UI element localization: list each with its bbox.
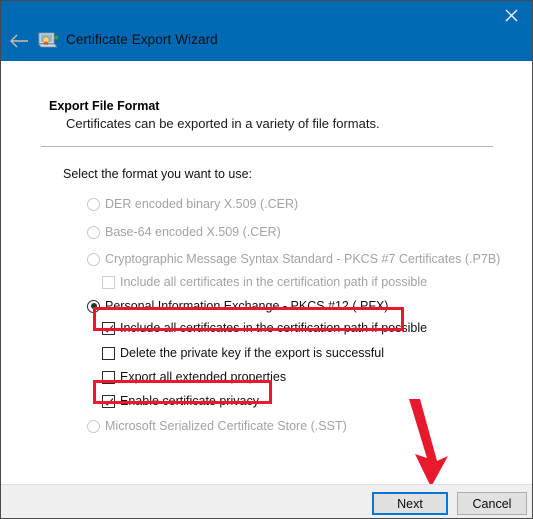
checkbox-option-delete-private-key[interactable]: Delete the private key if the export is …	[102, 343, 384, 363]
radio-icon	[87, 197, 100, 211]
radio-option-sst: Microsoft Serialized Certificate Store (…	[87, 416, 347, 436]
radio-icon	[87, 252, 100, 266]
back-arrow-icon	[10, 34, 28, 48]
certificate-wizard-icon	[37, 31, 60, 51]
checkbox-unchecked-icon[interactable]	[102, 346, 115, 360]
option-label: DER encoded binary X.509 (.CER)	[105, 197, 299, 211]
radio-icon[interactable]	[87, 299, 100, 313]
radio-option-base64: Base-64 encoded X.509 (.CER)	[87, 222, 281, 242]
checkbox-checked-icon[interactable]	[102, 394, 115, 408]
checkbox-unchecked-icon[interactable]	[102, 370, 115, 384]
page-title: Export File Format	[49, 99, 160, 113]
radio-option-pkcs7: Cryptographic Message Syntax Standard - …	[87, 249, 500, 269]
option-label: Base-64 encoded X.509 (.CER)	[105, 225, 281, 239]
back-button[interactable]	[5, 27, 35, 55]
option-label: Include all certificates in the certific…	[120, 321, 428, 335]
option-label: Delete the private key if the export is …	[120, 346, 385, 360]
option-label: Microsoft Serialized Certificate Store (…	[105, 419, 347, 433]
option-label: Enable certificate privacy	[120, 394, 259, 408]
header-divider	[41, 146, 493, 147]
checkbox-unchecked-icon	[102, 275, 115, 289]
radio-option-pfx[interactable]: Personal Information Exchange - PKCS #12…	[87, 296, 388, 316]
window-title: Certificate Export Wizard	[66, 32, 218, 47]
page-subtitle: Certificates can be exported in a variet…	[66, 116, 380, 131]
option-label: Cryptographic Message Syntax Standard - …	[105, 252, 501, 266]
option-label: Include all certificates in the certific…	[120, 275, 428, 289]
checkbox-checked-icon[interactable]	[102, 321, 115, 335]
cancel-button[interactable]: Cancel	[457, 492, 527, 515]
radio-icon	[87, 225, 100, 239]
title-bar: Certificate Export Wizard	[1, 1, 532, 61]
checkbox-option-pfx-include-all[interactable]: Include all certificates in the certific…	[102, 318, 427, 338]
close-icon	[505, 9, 517, 21]
format-prompt-label: Select the format you want to use:	[63, 167, 252, 181]
option-label: Personal Information Exchange - PKCS #12…	[105, 299, 389, 313]
checkbox-option-enable-certificate-privacy[interactable]: Enable certificate privacy	[102, 391, 259, 411]
radio-icon	[87, 419, 100, 433]
checkbox-option-pkcs7-include-all: Include all certificates in the certific…	[102, 272, 427, 292]
footer-bar: Next Cancel	[1, 484, 532, 518]
radio-option-der: DER encoded binary X.509 (.CER)	[87, 194, 298, 214]
next-button[interactable]: Next	[372, 492, 448, 515]
option-label: Export all extended properties	[120, 370, 287, 384]
close-button[interactable]	[488, 1, 532, 29]
checkbox-option-export-extended-properties[interactable]: Export all extended properties	[102, 367, 286, 387]
certificate-export-wizard-window: Certificate Export Wizard Export File Fo…	[0, 0, 533, 519]
